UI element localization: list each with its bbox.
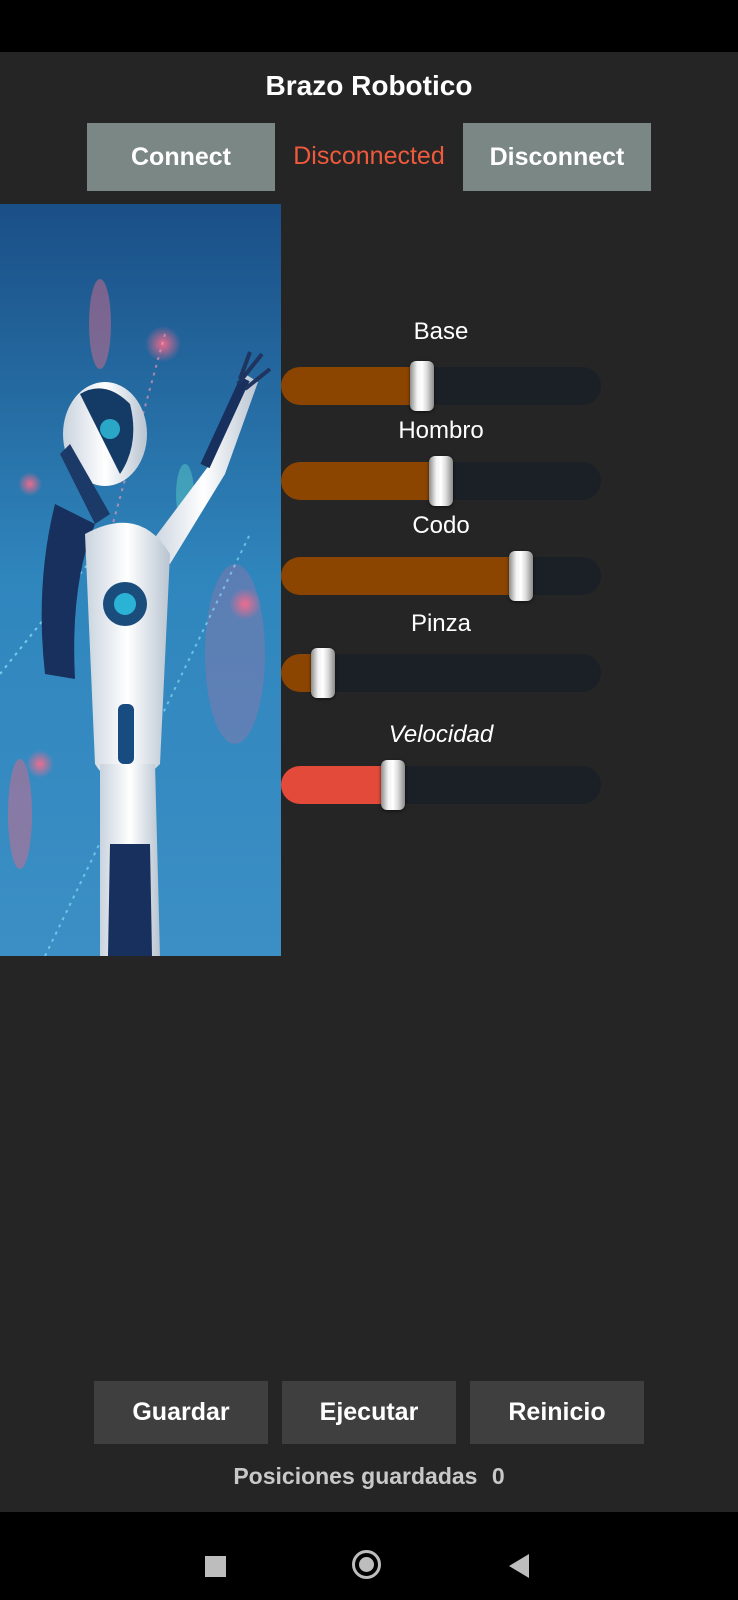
circle-home-icon[interactable] bbox=[352, 1550, 381, 1579]
base-slider-thumb[interactable] bbox=[410, 361, 434, 411]
robot-image bbox=[0, 204, 281, 956]
hombro-slider-fill bbox=[281, 462, 441, 500]
codo-slider-fill bbox=[281, 557, 521, 595]
hombro-slider-thumb[interactable] bbox=[429, 456, 453, 506]
base-slider[interactable] bbox=[281, 361, 601, 411]
connection-status: Disconnected bbox=[293, 142, 445, 170]
codo-slider-thumb[interactable] bbox=[509, 551, 533, 601]
hombro-slider[interactable] bbox=[281, 456, 601, 506]
pinza-label: Pinza bbox=[410, 610, 472, 637]
square-icon[interactable] bbox=[205, 1556, 226, 1577]
base-label: Base bbox=[413, 318, 469, 345]
saved-positions-label: Posiciones guardadas bbox=[233, 1463, 478, 1489]
velocidad-slider[interactable] bbox=[281, 760, 601, 810]
codo-slider[interactable] bbox=[281, 551, 601, 601]
triangle-back-icon[interactable] bbox=[509, 1554, 529, 1578]
navigation-bar bbox=[0, 1512, 738, 1600]
status-bar bbox=[0, 0, 738, 52]
velocidad-slider-fill bbox=[281, 766, 393, 804]
pinza-slider-thumb[interactable] bbox=[311, 648, 335, 698]
saved-positions-count: 0 bbox=[491, 1463, 505, 1489]
codo-label: Codo bbox=[412, 512, 470, 539]
connect-button[interactable]: Connect bbox=[87, 123, 275, 191]
app-title: Brazo Robotico bbox=[265, 70, 473, 101]
saved-positions: Posiciones guardadas 0 bbox=[0, 1463, 738, 1490]
velocidad-slider-thumb[interactable] bbox=[381, 760, 405, 810]
velocidad-label: Velocidad bbox=[388, 721, 494, 748]
base-slider-fill bbox=[281, 367, 422, 405]
hombro-label: Hombro bbox=[398, 417, 484, 444]
run-button[interactable]: Ejecutar bbox=[282, 1381, 456, 1444]
save-button[interactable]: Guardar bbox=[94, 1381, 268, 1444]
pinza-slider[interactable] bbox=[281, 648, 601, 698]
reset-button[interactable]: Reinicio bbox=[470, 1381, 644, 1444]
disconnect-button[interactable]: Disconnect bbox=[463, 123, 651, 191]
